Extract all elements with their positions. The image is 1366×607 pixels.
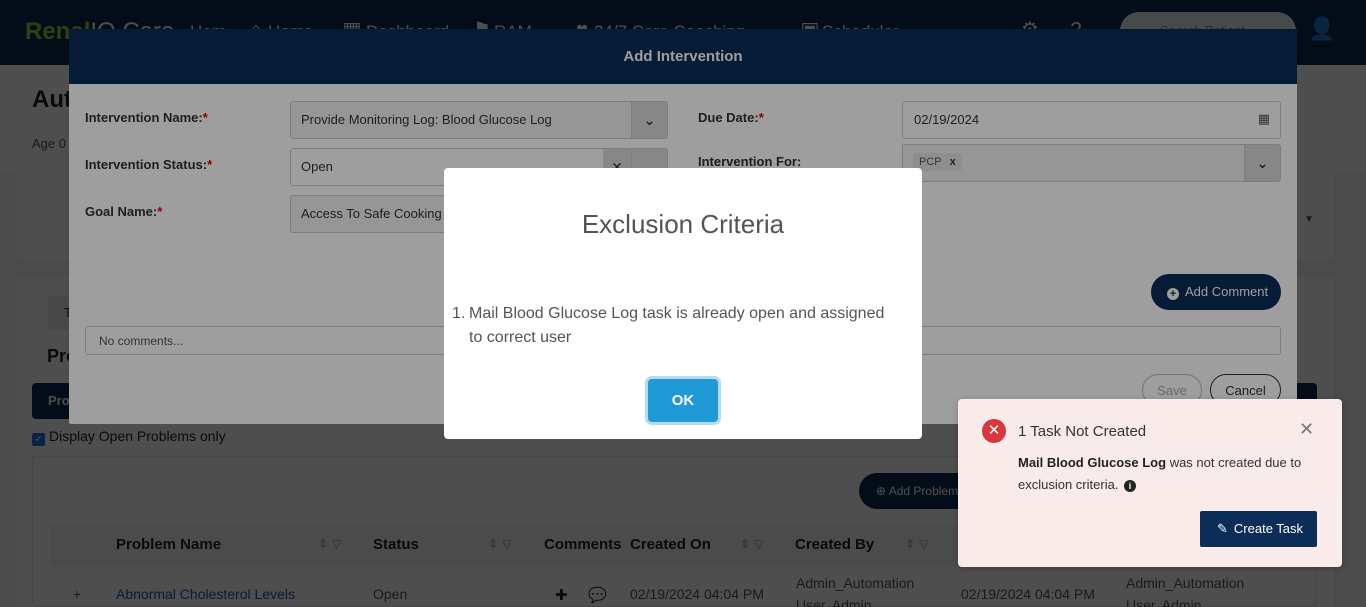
exclusion-criteria-dialog: Exclusion Criteria 1. Mail Blood Glucose… [444, 168, 922, 439]
toast-message: Mail Blood Glucose Log was not created d… [1018, 452, 1318, 496]
task-name: Mail Blood Glucose Log [1018, 455, 1167, 470]
close-icon[interactable]: ✕ [1299, 419, 1314, 440]
ok-button[interactable]: OK [648, 379, 718, 422]
edit-icon: ✎ [1217, 521, 1228, 536]
create-task-label: Create Task [1233, 521, 1304, 536]
task-not-created-toast: ✕ 1 Task Not Created ✕ Mail Blood Glucos… [958, 399, 1342, 567]
error-icon: ✕ [982, 419, 1006, 443]
exclusion-reason: Mail Blood Glucose Log task is already o… [469, 305, 885, 346]
dialog-title: Exclusion Criteria [581, 209, 785, 239]
create-task-button[interactable]: ✎ Create Task [1200, 511, 1317, 547]
toast-title: 1 Task Not Created [1018, 423, 1147, 440]
list-number: 1. [452, 305, 466, 322]
info-icon[interactable]: i [1124, 480, 1137, 492]
